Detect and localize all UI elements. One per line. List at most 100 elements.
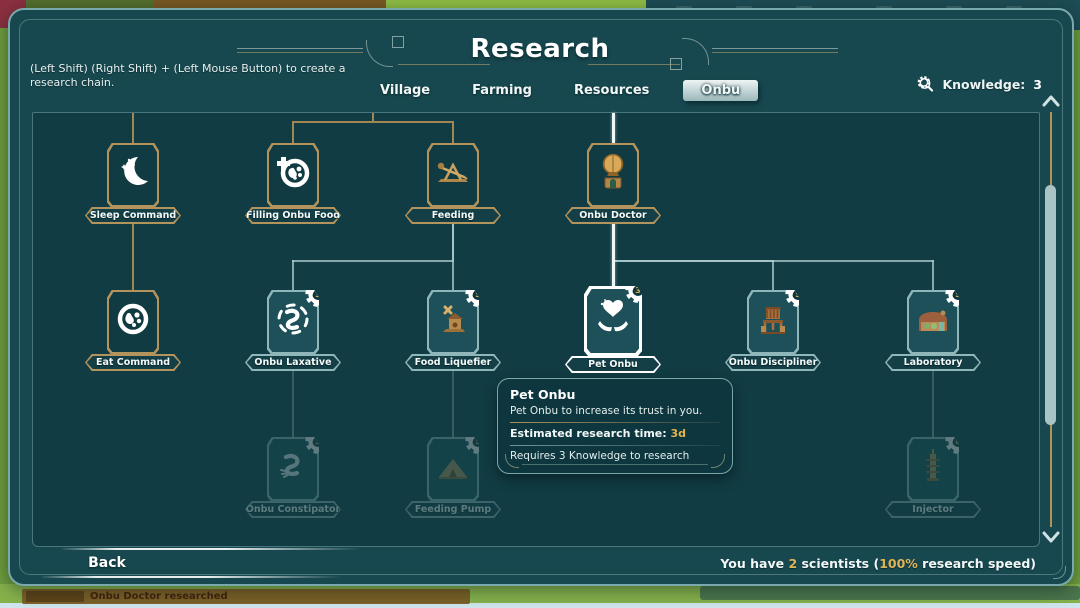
- tooltip-bottom-line: [522, 464, 708, 465]
- scroll-up-arrow[interactable]: [1041, 93, 1061, 109]
- connector-line: [292, 121, 294, 143]
- node-label: Onbu Constipator: [245, 501, 341, 518]
- node-label: Injector: [885, 501, 981, 518]
- connector-line: [132, 222, 134, 290]
- notification-bar: Onbu Doctor researched: [22, 589, 470, 604]
- back-ornament-line: [42, 576, 342, 578]
- scientists-text-part: scientists (: [797, 556, 879, 571]
- tooltip-divider: [510, 445, 720, 446]
- scientists-text-part: 2: [788, 556, 797, 571]
- node-frame: 5: [427, 437, 479, 501]
- node-label-banner: Laboratory: [885, 354, 981, 371]
- connector-line: [932, 260, 934, 290]
- connector-line: [292, 260, 294, 290]
- node-label: Onbu Doctor: [565, 207, 661, 224]
- scientists-text-part: research speed): [918, 556, 1036, 571]
- connector-line: [372, 113, 374, 121]
- knowledge-counter: Knowledge: 3: [915, 74, 1042, 95]
- page-title: Research: [0, 34, 1080, 64]
- node-label-banner: Eat Command: [85, 354, 181, 371]
- node-label-banner: Onbu Constipator: [245, 501, 341, 518]
- scientists-text-part: You have: [720, 556, 788, 571]
- research-tree-viewport[interactable]: [32, 112, 1040, 547]
- scroll-down-arrow[interactable]: [1041, 529, 1061, 545]
- tooltip-research-time: Estimated research time: 3d: [510, 427, 720, 440]
- connector-line: [612, 113, 615, 143]
- tooltip-description: Pet Onbu to increase its trust in you.: [510, 405, 720, 417]
- connector-line: [612, 222, 615, 290]
- tooltip-time-label: Estimated research time:: [510, 427, 671, 440]
- node-label-banner: Injector: [885, 501, 981, 518]
- node-label: Feeding Pump: [405, 501, 501, 518]
- connector-line: [772, 260, 774, 290]
- node-label-banner: Pet Onbu: [565, 356, 661, 373]
- node-label: Food Liquefier: [405, 354, 501, 371]
- world-bottom-shadow: [700, 586, 1080, 600]
- node-label: Sleep Command: [85, 207, 181, 224]
- node-label-banner: Filling Onbu Food: [245, 207, 341, 224]
- tab-village[interactable]: Village: [372, 80, 438, 101]
- node-frame: 5: [427, 290, 479, 354]
- connector-line: [932, 369, 934, 437]
- node-frame: 5: [747, 290, 799, 354]
- notification-stamp: [26, 591, 84, 602]
- node-frame: 8: [907, 437, 959, 501]
- node-frame: [587, 143, 639, 207]
- tab-farming[interactable]: Farming: [464, 80, 540, 101]
- foodplus-icon: [273, 152, 313, 192]
- trebuchet-icon: [433, 152, 473, 192]
- connector-line: [452, 369, 454, 437]
- connector-line: [452, 222, 454, 290]
- node-label-banner: Feeding Pump: [405, 501, 501, 518]
- scrollbar-thumb[interactable]: [1045, 185, 1056, 425]
- tooltip-time-value: 3d: [671, 427, 687, 440]
- back-button[interactable]: Back: [52, 552, 162, 574]
- moon-icon: [113, 152, 153, 192]
- node-label: Pet Onbu: [565, 356, 661, 373]
- node-frame: [267, 143, 319, 207]
- node-label-banner: Onbu Discipliner: [725, 354, 821, 371]
- research-chain-hint: (Left Shift) (Right Shift) + (Left Mouse…: [30, 62, 350, 90]
- knowledge-label: Knowledge:: [942, 77, 1025, 92]
- food-icon: [113, 299, 153, 339]
- connector-line: [292, 260, 454, 262]
- tab-onbu[interactable]: Onbu: [683, 80, 758, 101]
- scientists-status: You have 2 scientists (100% research spe…: [720, 556, 1036, 571]
- back-ornament-line: [62, 548, 362, 550]
- node-label: Filling Onbu Food: [245, 207, 341, 224]
- tab-resources[interactable]: Resources: [566, 80, 657, 101]
- connector-line: [452, 121, 454, 143]
- scientists-text-part: 100%: [879, 556, 918, 571]
- tooltip-corner-ornament: [505, 454, 519, 468]
- connector-line: [292, 369, 294, 437]
- node-label: Eat Command: [85, 354, 181, 371]
- connector-line: [292, 121, 454, 123]
- research-screen: Onbu Doctor researched (Left Shift) (Rig…: [0, 0, 1080, 608]
- node-frame: 5: [907, 290, 959, 354]
- node-label: Onbu Laxative: [245, 354, 341, 371]
- knowledge-value: 3: [1033, 77, 1042, 92]
- tooltip-title: Pet Onbu: [510, 387, 720, 402]
- knowledge-icon: [915, 74, 936, 95]
- node-label: Laboratory: [885, 354, 981, 371]
- connector-line: [612, 260, 934, 262]
- tooltip-requirement: Requires 3 Knowledge to research: [510, 450, 720, 462]
- research-tooltip: Pet Onbu Pet Onbu to increase its trust …: [497, 378, 733, 474]
- node-frame: 3: [584, 286, 642, 356]
- node-label-banner: Food Liquefier: [405, 354, 501, 371]
- connector-line: [132, 113, 134, 143]
- node-label-banner: Onbu Laxative: [245, 354, 341, 371]
- node-frame: [427, 143, 479, 207]
- category-tabs: Village Farming Resources Onbu: [372, 80, 758, 101]
- node-label: Onbu Discipliner: [725, 354, 821, 371]
- node-frame: 3: [267, 437, 319, 501]
- node-frame: [107, 290, 159, 354]
- notification-text: Onbu Doctor researched: [90, 591, 228, 602]
- node-label-banner: Feeding Trebuchet: [405, 207, 501, 224]
- tooltip-divider: [510, 422, 720, 423]
- node-frame: 3: [267, 290, 319, 354]
- tooltip-corner-ornament: [711, 454, 725, 468]
- node-frame: [107, 143, 159, 207]
- balloon-icon: [593, 152, 633, 192]
- node-label-banner: Sleep Command: [85, 207, 181, 224]
